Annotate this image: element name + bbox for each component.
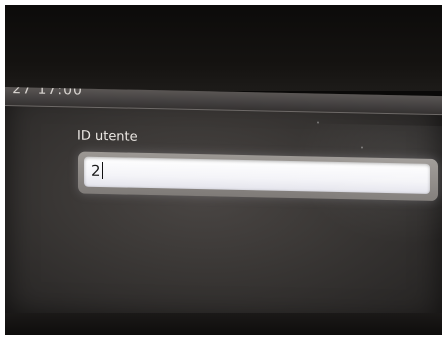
device-bezel-bottom bbox=[5, 313, 442, 335]
user-id-field-frame[interactable]: 2 bbox=[78, 151, 438, 202]
dust-speck bbox=[317, 121, 319, 124]
device-photo: E 27 17:00 ID utente 2 bbox=[5, 5, 442, 335]
dust-speck bbox=[361, 146, 363, 149]
user-id-label: ID utente bbox=[77, 128, 138, 145]
status-time: E 27 17:00 bbox=[5, 87, 83, 99]
user-id-input[interactable]: 2 bbox=[84, 156, 430, 194]
status-bar: E 27 17:00 bbox=[5, 87, 442, 116]
device-bezel-top bbox=[5, 5, 442, 91]
text-caret bbox=[101, 162, 103, 180]
user-id-text: 2 bbox=[91, 161, 101, 181]
user-id-value: 2 bbox=[91, 162, 103, 180]
device-screen: E 27 17:00 ID utente 2 bbox=[5, 87, 442, 327]
